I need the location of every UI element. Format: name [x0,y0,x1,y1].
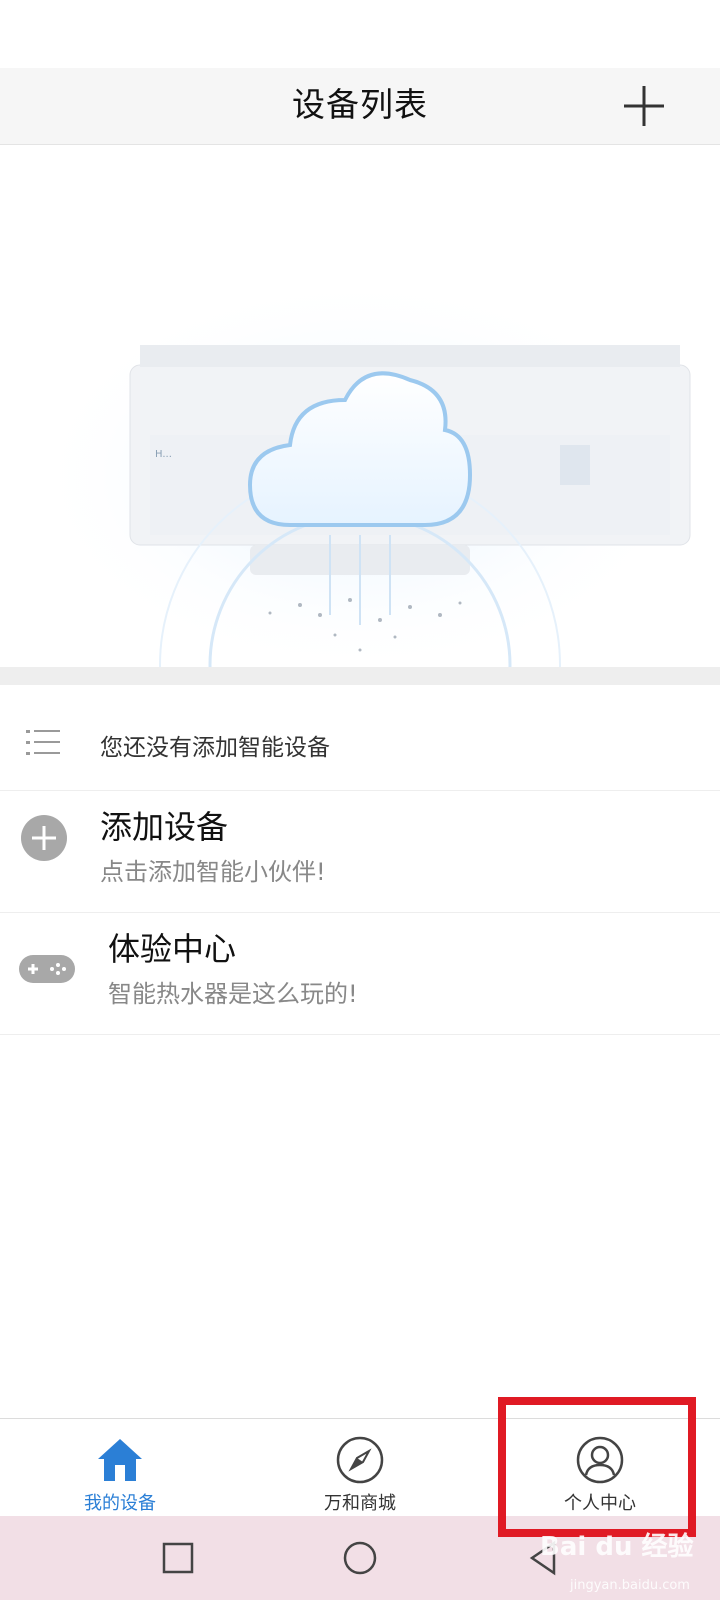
experience-center-subtitle: 智能热水器是这么玩的! [108,980,358,1008]
cloud-banner-image: H... [0,145,720,685]
add-device-row[interactable]: 添加设备 点击添加智能小伙伴! [0,792,720,913]
watermark-url: jingyan.baidu.com [570,1578,690,1593]
svg-text:H...: H... [155,449,172,460]
experience-center-title: 体验中心 [108,930,237,968]
compass-icon [336,1436,384,1484]
add-device-title: 添加设备 [100,808,229,846]
status-bar-area [0,0,720,68]
recent-apps-square-icon[interactable] [162,1542,194,1574]
plus-icon [624,86,664,126]
list-icon [26,730,60,755]
banner-floor [0,667,720,685]
tab-mall[interactable]: 万和商城 [240,1419,480,1517]
home-icon [98,1439,142,1481]
tab-label-mall: 万和商城 [324,1493,396,1514]
highlight-annotation-box [498,1397,696,1537]
app-header: 设备列表 [0,68,720,145]
watermark-logo: Bai du 经验 [540,1532,694,1562]
notice-text: 您还没有添加智能设备 [100,735,330,761]
add-device-subtitle: 点击添加智能小伙伴! [100,858,326,886]
cloud-illustration: H... [0,145,720,685]
tab-my-devices[interactable]: 我的设备 [0,1419,240,1517]
page-title: 设备列表 [292,85,428,124]
empty-device-notice: 您还没有添加智能设备 [0,700,720,791]
home-circle-icon[interactable] [342,1540,378,1576]
experience-center-row[interactable]: 体验中心 智能热水器是这么玩的! [0,914,720,1035]
add-device-button[interactable] [616,78,672,134]
gamepad-icon [19,955,75,983]
tab-label-my-devices: 我的设备 [84,1493,156,1514]
plus-circle-icon [21,815,67,861]
